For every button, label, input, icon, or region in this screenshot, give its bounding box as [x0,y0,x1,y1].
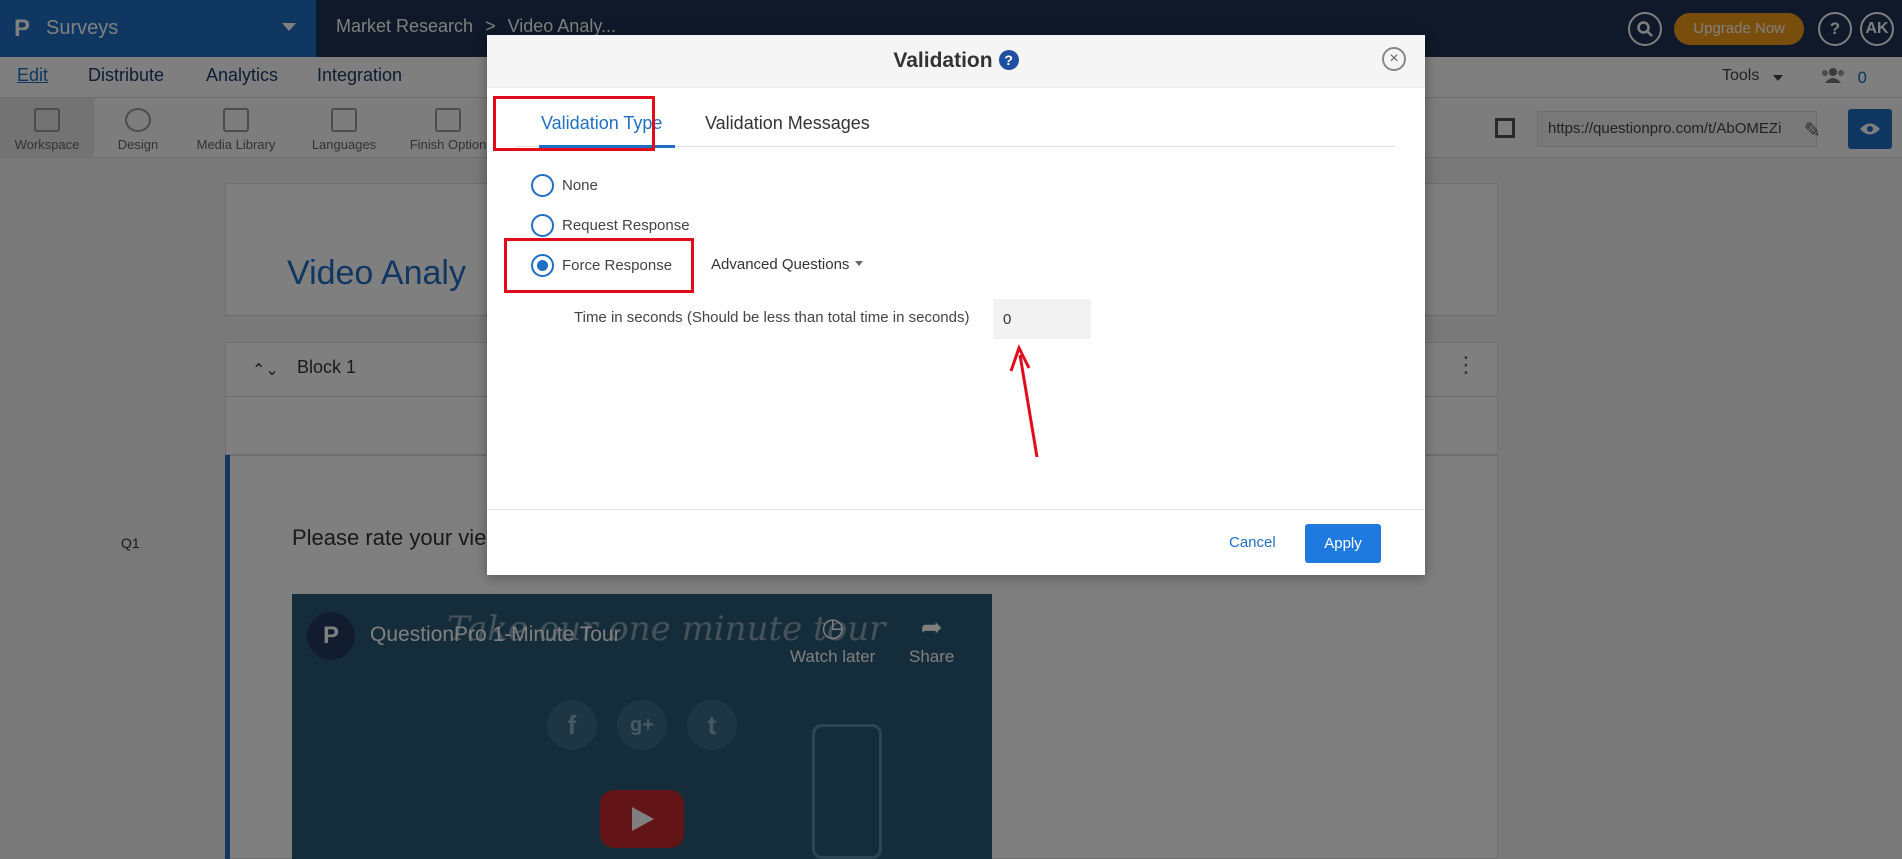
advanced-questions-label: Advanced Questions [711,256,850,273]
dialog-title: Validation? [487,49,1425,73]
radio-none[interactable] [531,174,554,197]
advanced-questions-dropdown[interactable]: Advanced Questions [711,256,864,273]
option-none[interactable]: None [531,174,598,197]
help-icon[interactable]: ? [998,50,1019,70]
caret-down-icon [855,261,864,266]
option-request-response[interactable]: Request Response [531,214,690,237]
option-request-response-label: Request Response [562,217,690,234]
dialog-header: Validation? × [487,35,1425,88]
close-icon[interactable]: × [1382,47,1406,71]
annotation-box-tab [493,96,655,151]
cancel-button[interactable]: Cancel [1229,534,1276,551]
dialog-footer: Cancel Apply [487,509,1425,575]
time-in-seconds-input[interactable] [993,299,1091,339]
option-none-label: None [562,177,598,194]
dialog-title-text: Validation [893,49,993,72]
apply-button[interactable]: Apply [1305,524,1381,563]
tab-validation-messages[interactable]: Validation Messages [705,113,870,134]
annotation-box-force-response [504,238,694,293]
time-in-seconds-label: Time in seconds (Should be less than tot… [574,309,970,326]
radio-request-response[interactable] [531,214,554,237]
validation-dialog: Validation? × Validation Type Validation… [487,35,1425,575]
